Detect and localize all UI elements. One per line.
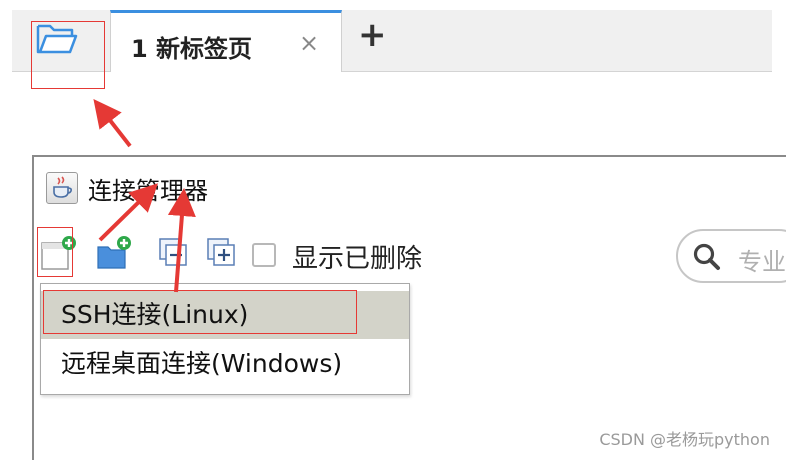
tab-new-tab[interactable]: 1 新标签页 × [110, 10, 342, 72]
collapse-all-button[interactable] [156, 235, 190, 269]
search-icon [693, 243, 720, 270]
arrow-to-folder [93, 98, 132, 148]
highlight-box-new-connection [37, 227, 73, 277]
show-deleted-label: 显示已删除 [292, 244, 423, 274]
window-title: 连接管理器 [88, 176, 208, 205]
expand-all-button[interactable] [204, 235, 238, 269]
window-titlebar: 连接管理器 [46, 171, 208, 205]
toolbar: 显示已删除 专业 [34, 219, 786, 283]
new-folder-button[interactable] [96, 235, 131, 269]
tab-bar: 1 新标签页 × + [12, 10, 772, 72]
expand-icon [207, 238, 235, 266]
highlight-box-ssh [43, 290, 357, 334]
collapse-icon [159, 238, 187, 266]
highlight-box-folder [31, 21, 105, 89]
search-placeholder: 专业 [738, 248, 786, 276]
add-tab-button[interactable]: + [358, 18, 387, 52]
close-icon[interactable]: × [299, 29, 319, 57]
new-folder-icon [97, 236, 131, 269]
watermark: CSDN @老杨玩python [599, 430, 770, 449]
java-cup-icon [46, 172, 78, 204]
tab-label: 1 新标签页 [131, 35, 253, 63]
menu-item-rdp[interactable]: 远程桌面连接(Windows) [41, 340, 409, 388]
show-deleted-checkbox[interactable] [252, 243, 276, 267]
search-input[interactable]: 专业 [676, 229, 786, 283]
